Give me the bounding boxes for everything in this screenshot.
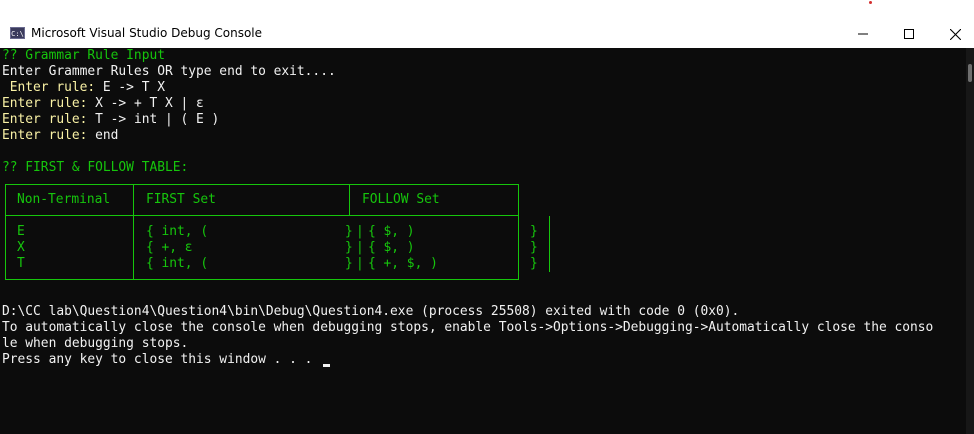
cell-bar: |	[356, 224, 364, 239]
rule-prompt: Enter rule:	[2, 112, 88, 127]
auto-close-hint-cont: le when debugging stops.	[2, 336, 189, 351]
rule-value: T -> int | ( E )	[87, 112, 220, 127]
table-column-divider	[133, 185, 134, 279]
cell-follow-set: { +, $, )	[368, 256, 438, 271]
close-icon	[949, 28, 961, 40]
cell-follow-close: }	[530, 240, 538, 255]
minimize-button[interactable]	[840, 20, 886, 48]
console-output[interactable]: ?? Grammar Rule Input Enter Grammer Rule…	[0, 48, 966, 434]
cell-non-terminal: T	[17, 256, 25, 271]
rule-value: end	[87, 128, 119, 143]
notification-dot	[869, 1, 872, 4]
text-cursor	[323, 364, 330, 367]
close-button[interactable]	[932, 20, 974, 48]
maximize-icon	[904, 29, 914, 39]
maximize-button[interactable]	[886, 20, 932, 48]
rule-value: X -> + T X | ε	[87, 96, 204, 111]
cell-first-close: }	[345, 256, 353, 271]
table-right-border	[549, 216, 550, 272]
rule-prompt: Enter rule:	[2, 96, 88, 111]
cell-first-close: }	[345, 240, 353, 255]
cell-first-close: }	[345, 224, 353, 239]
heading-grammar-input: ?? Grammar Rule Input	[2, 48, 165, 63]
scrollbar-thumb[interactable]	[968, 64, 972, 82]
heading-first-follow: ?? FIRST & FOLLOW TABLE:	[2, 160, 189, 175]
table-header-divider	[6, 215, 518, 216]
cell-follow-close: }	[530, 256, 538, 271]
cell-first-set: { int, (	[146, 256, 209, 271]
minimize-icon	[858, 33, 868, 35]
cell-bar: |	[356, 240, 364, 255]
rule-prompt: Enter rule:	[2, 128, 88, 143]
exit-message: D:\CC lab\Question4\Question4\bin\Debug\…	[2, 304, 740, 319]
rule-line: Enter rule: X -> + T X | ε	[2, 96, 204, 112]
rule-prompt: Enter rule:	[2, 80, 96, 95]
prompt-intro: Enter Grammer Rules OR type end to exit.…	[2, 64, 336, 79]
press-any-key: Press any key to close this window . . .	[2, 352, 313, 367]
rule-line: Enter rule: T -> int | ( E )	[2, 112, 219, 128]
top-strip	[0, 0, 974, 20]
console-app-icon: C:\	[10, 27, 25, 39]
cell-first-set: { +, ε	[146, 240, 193, 255]
cell-non-terminal: X	[17, 240, 25, 255]
cell-bar: |	[356, 256, 364, 271]
vertical-scrollbar[interactable]	[966, 48, 974, 434]
rule-line: Enter rule: end	[2, 128, 118, 144]
header-follow-set: FOLLOW Set	[362, 192, 440, 207]
auto-close-hint: To automatically close the console when …	[2, 320, 934, 335]
rule-value: E -> T X	[95, 80, 165, 95]
cell-non-terminal: E	[17, 224, 25, 239]
header-first-set: FIRST Set	[146, 192, 216, 207]
title-bar[interactable]: C:\ Microsoft Visual Studio Debug Consol…	[0, 20, 974, 48]
cell-first-set: { int, (	[146, 224, 209, 239]
table-column-divider	[349, 185, 350, 216]
cell-follow-set: { $, )	[368, 224, 415, 239]
cell-follow-set: { $, )	[368, 240, 415, 255]
rule-line: Enter rule: E -> T X	[2, 80, 165, 96]
cell-follow-close: }	[530, 224, 538, 239]
header-non-terminal: Non-Terminal	[17, 192, 111, 207]
window-title: Microsoft Visual Studio Debug Console	[31, 26, 263, 40]
